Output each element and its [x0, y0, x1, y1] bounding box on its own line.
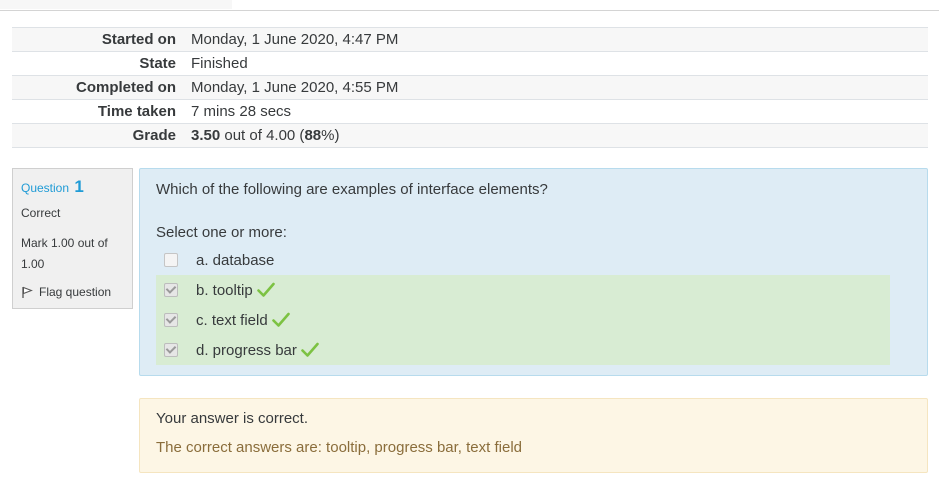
- summary-label: Started on: [101, 31, 176, 48]
- summary-label: Grade: [132, 127, 176, 144]
- question-state: Correct: [21, 206, 61, 220]
- answer-option-a: a. database: [156, 245, 890, 275]
- question-number-value: 1: [74, 177, 84, 196]
- answer-option-c: c. text field: [156, 305, 890, 335]
- correct-check-icon: [256, 282, 275, 297]
- feedback-result: Your answer is correct.: [156, 410, 309, 427]
- flag-icon: [22, 286, 33, 298]
- feedback-box: Your answer is correct. The correct answ…: [139, 398, 928, 473]
- correct-check-icon: [301, 342, 319, 357]
- option-d-checkbox[interactable]: [164, 343, 178, 357]
- answer-prompt: Select one or more:: [156, 224, 287, 241]
- summary-value: Monday, 1 June 2020, 4:55 PM: [191, 79, 399, 96]
- option-b-checkbox[interactable]: [164, 283, 178, 297]
- summary-label: Completed on: [76, 79, 176, 96]
- question-info-panel: Question 1 Correct Mark 1.00 out of 1.00…: [12, 168, 133, 309]
- answer-option-d: d. progress bar: [156, 335, 890, 365]
- grade-score: 3.50: [191, 127, 221, 144]
- question-mark: Mark 1.00 out of 1.00: [21, 236, 108, 271]
- question-prefix: Question: [21, 181, 70, 195]
- summary-row-started: Started on Monday, 1 June 2020, 4:47 PM: [12, 28, 928, 52]
- grade-out-of: out of 4.00 (: [220, 127, 305, 144]
- attempt-summary-table: Started on Monday, 1 June 2020, 4:47 PM …: [12, 27, 928, 148]
- option-d-label: d. progress bar: [196, 341, 297, 359]
- grade-percent: 88: [304, 127, 322, 144]
- summary-row-state: State Finished: [12, 52, 928, 76]
- answer-option-b: b. tooltip: [156, 275, 890, 305]
- grade-value: 3.50 out of 4.00 (88%): [176, 127, 339, 144]
- answer-options: a. database b. tooltip c. text field d. …: [156, 245, 890, 365]
- flag-question-link[interactable]: Flag question: [21, 285, 124, 299]
- summary-label: Time taken: [97, 103, 176, 120]
- top-strip: [0, 0, 939, 11]
- summary-row-grade: Grade 3.50 out of 4.00 (88%): [12, 124, 928, 148]
- question-text: Which of the following are examples of i…: [156, 181, 548, 198]
- option-c-label: c. text field: [196, 311, 268, 329]
- top-tab-area: [0, 0, 232, 9]
- summary-row-completed: Completed on Monday, 1 June 2020, 4:55 P…: [12, 76, 928, 100]
- option-b-label: b. tooltip: [196, 281, 253, 299]
- grade-suffix: %): [321, 127, 340, 144]
- summary-label: State: [139, 55, 176, 72]
- summary-value: Monday, 1 June 2020, 4:47 PM: [191, 31, 399, 48]
- summary-value: Finished: [191, 55, 248, 72]
- option-a-checkbox[interactable]: [164, 253, 178, 267]
- option-c-checkbox[interactable]: [164, 313, 178, 327]
- option-a-label: a. database: [196, 251, 275, 269]
- summary-row-time-taken: Time taken 7 mins 28 secs: [12, 100, 928, 124]
- question-number: Question 1: [21, 177, 124, 197]
- flag-question-label: Flag question: [39, 285, 112, 299]
- question-content-box: Which of the following are examples of i…: [139, 168, 928, 376]
- summary-value: 7 mins 28 secs: [191, 103, 292, 120]
- correct-check-icon: [271, 312, 290, 327]
- feedback-right-answer: The correct answers are: tooltip, progre…: [156, 439, 522, 456]
